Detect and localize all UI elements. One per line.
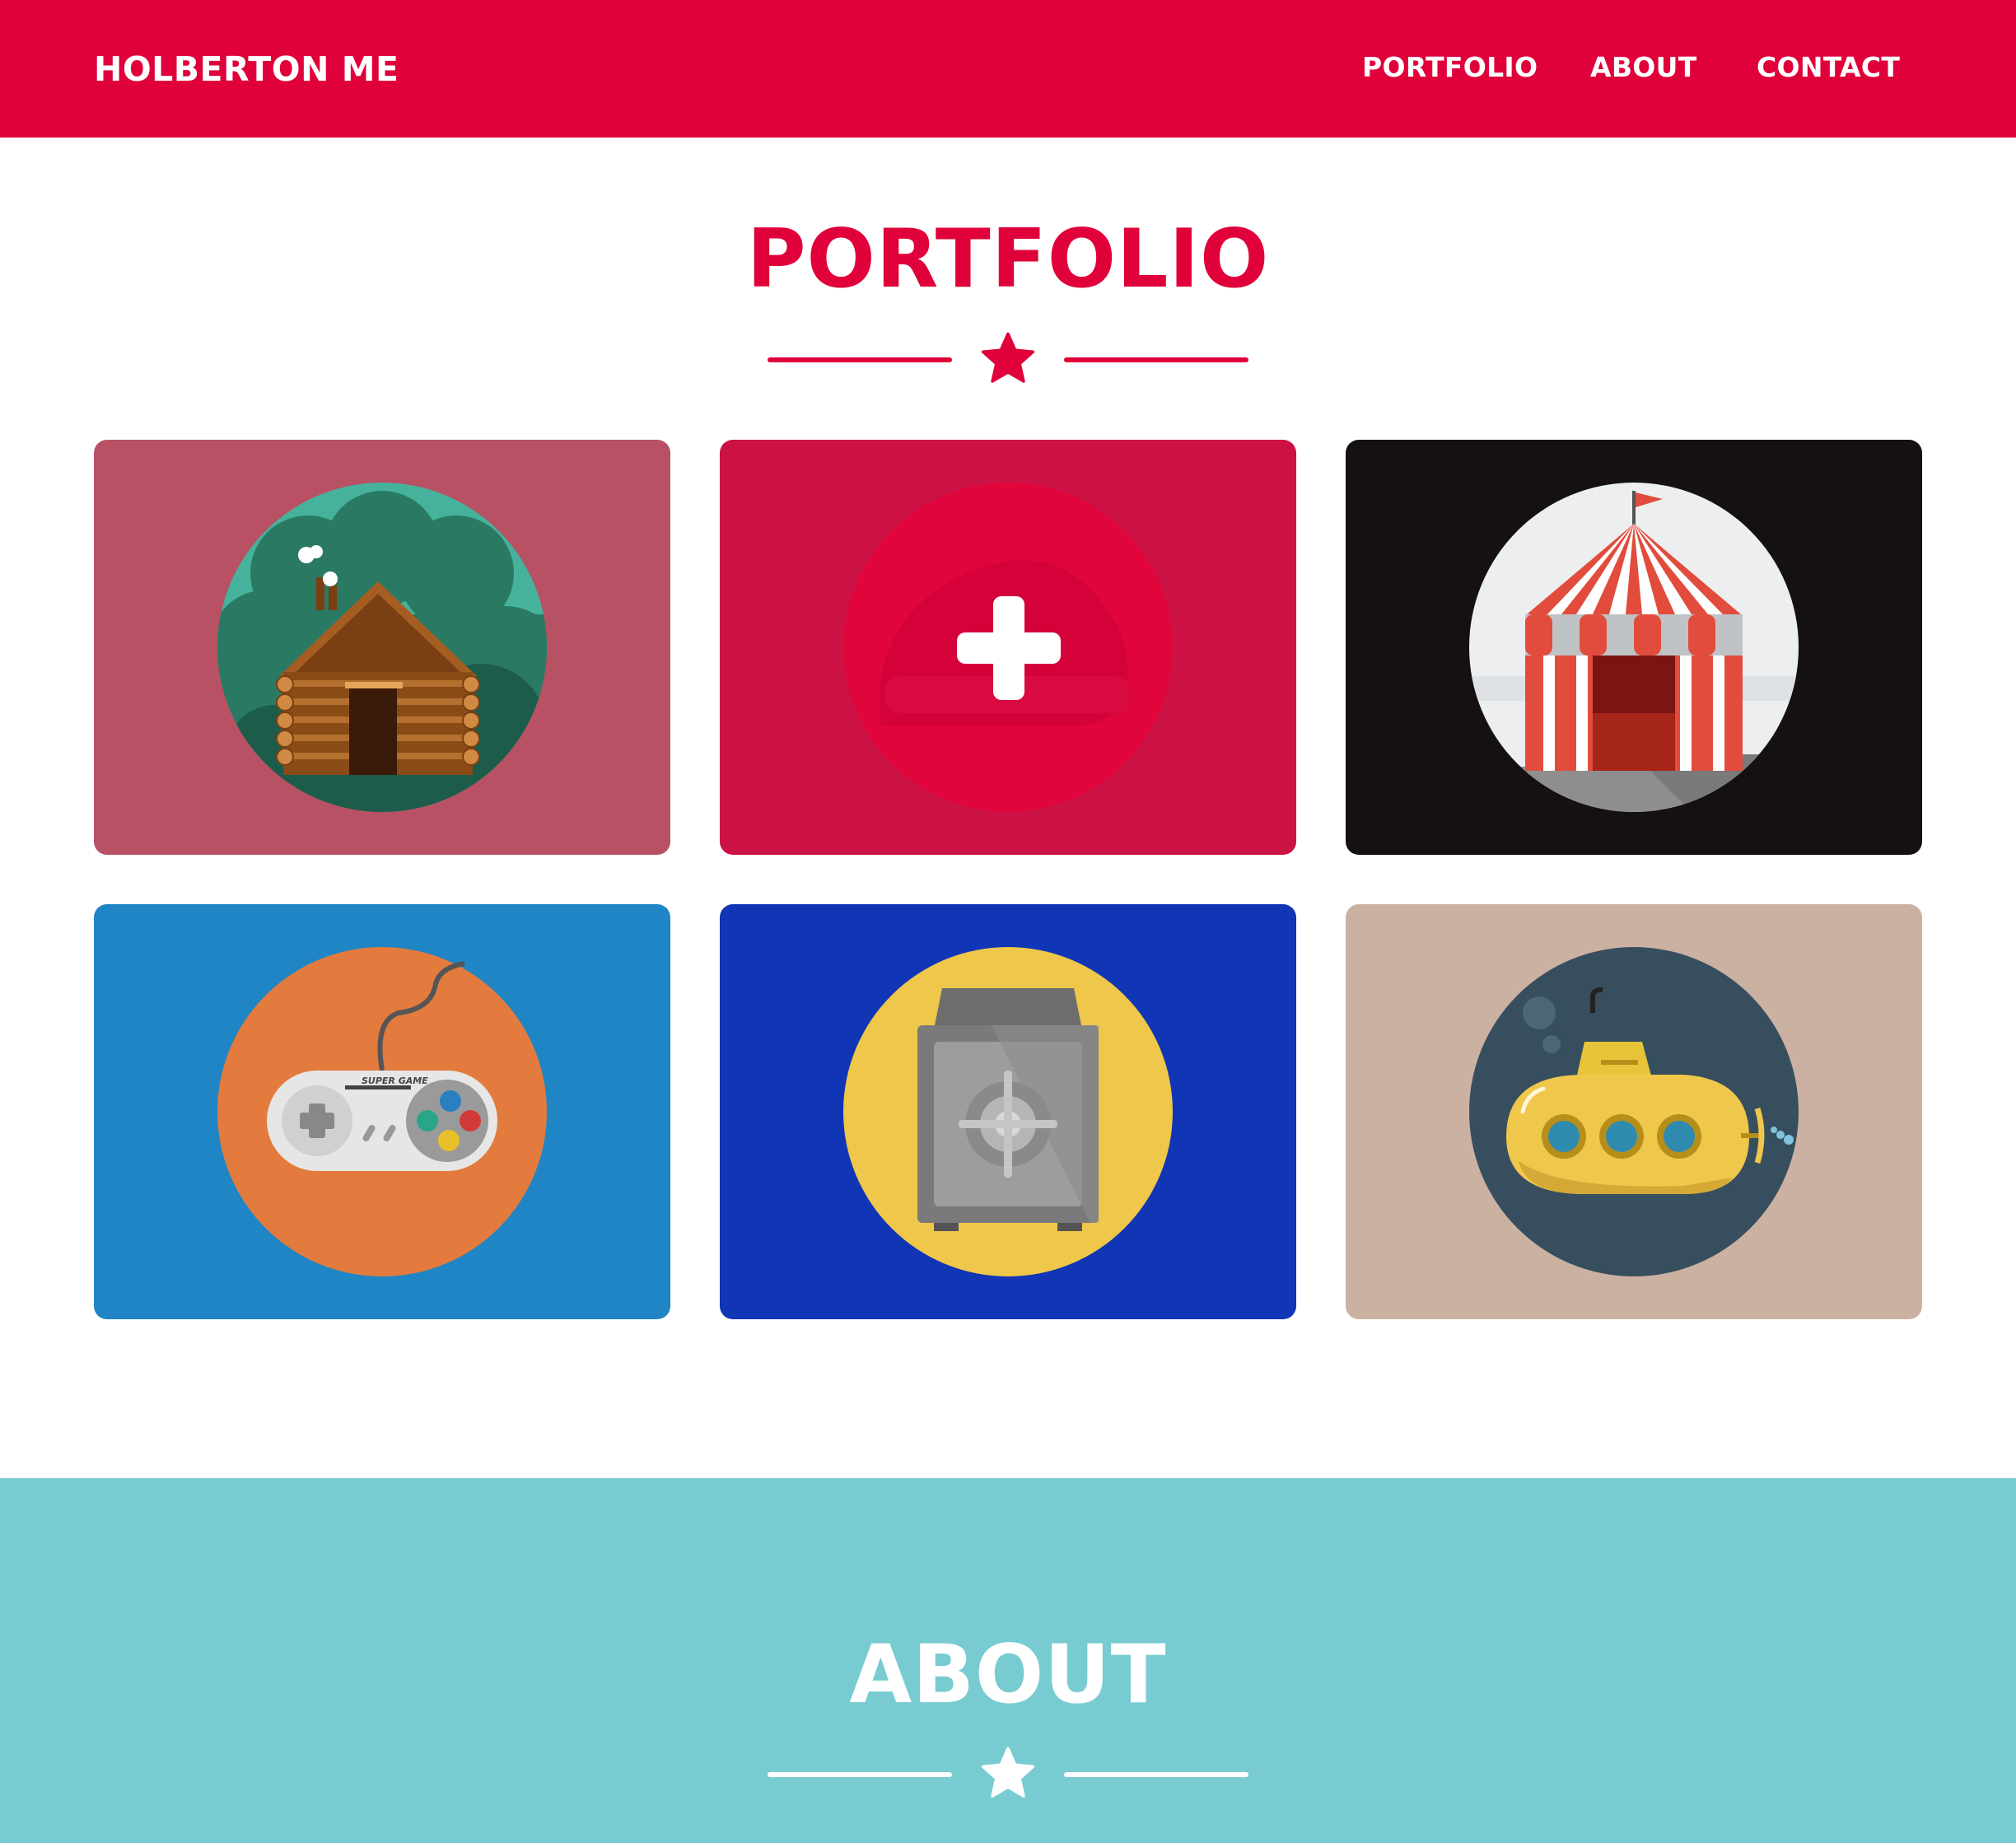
portfolio-item-controller[interactable]: SUPER GAME	[94, 904, 670, 1319]
about-section: ABOUT	[0, 1478, 2016, 1843]
controller-printed-label: SUPER GAME	[362, 1075, 428, 1086]
portfolio-item-add[interactable]	[720, 440, 1296, 855]
brand-logo[interactable]: HOLBERTON ME	[94, 49, 399, 89]
portfolio-item-cabin[interactable]	[94, 440, 670, 855]
safe-icon	[843, 947, 1173, 1276]
navbar: HOLBERTON ME PORTFOLIO ABOUT CONTACT	[0, 0, 2016, 138]
portfolio-item-safe[interactable]	[720, 904, 1296, 1319]
star-icon	[981, 1747, 1035, 1798]
about-title: ABOUT	[849, 1628, 1167, 1722]
nav-link-portfolio[interactable]: PORTFOLIO	[1362, 51, 1538, 83]
cabin-icon	[217, 483, 547, 812]
about-divider	[768, 1747, 1248, 1798]
circus-tent-icon	[1469, 483, 1799, 812]
plus-icon	[843, 483, 1173, 812]
portfolio-item-submarine[interactable]	[1346, 904, 1922, 1319]
nav-link-about[interactable]: ABOUT	[1590, 51, 1697, 83]
game-controller-icon: SUPER GAME	[217, 947, 547, 1276]
portfolio-divider	[768, 332, 1248, 383]
portfolio-item-circus[interactable]	[1346, 440, 1922, 855]
portfolio-title: PORTFOLIO	[746, 212, 1270, 306]
submarine-icon	[1469, 947, 1799, 1276]
nav-link-contact[interactable]: CONTACT	[1757, 51, 1900, 83]
star-icon	[981, 332, 1035, 383]
